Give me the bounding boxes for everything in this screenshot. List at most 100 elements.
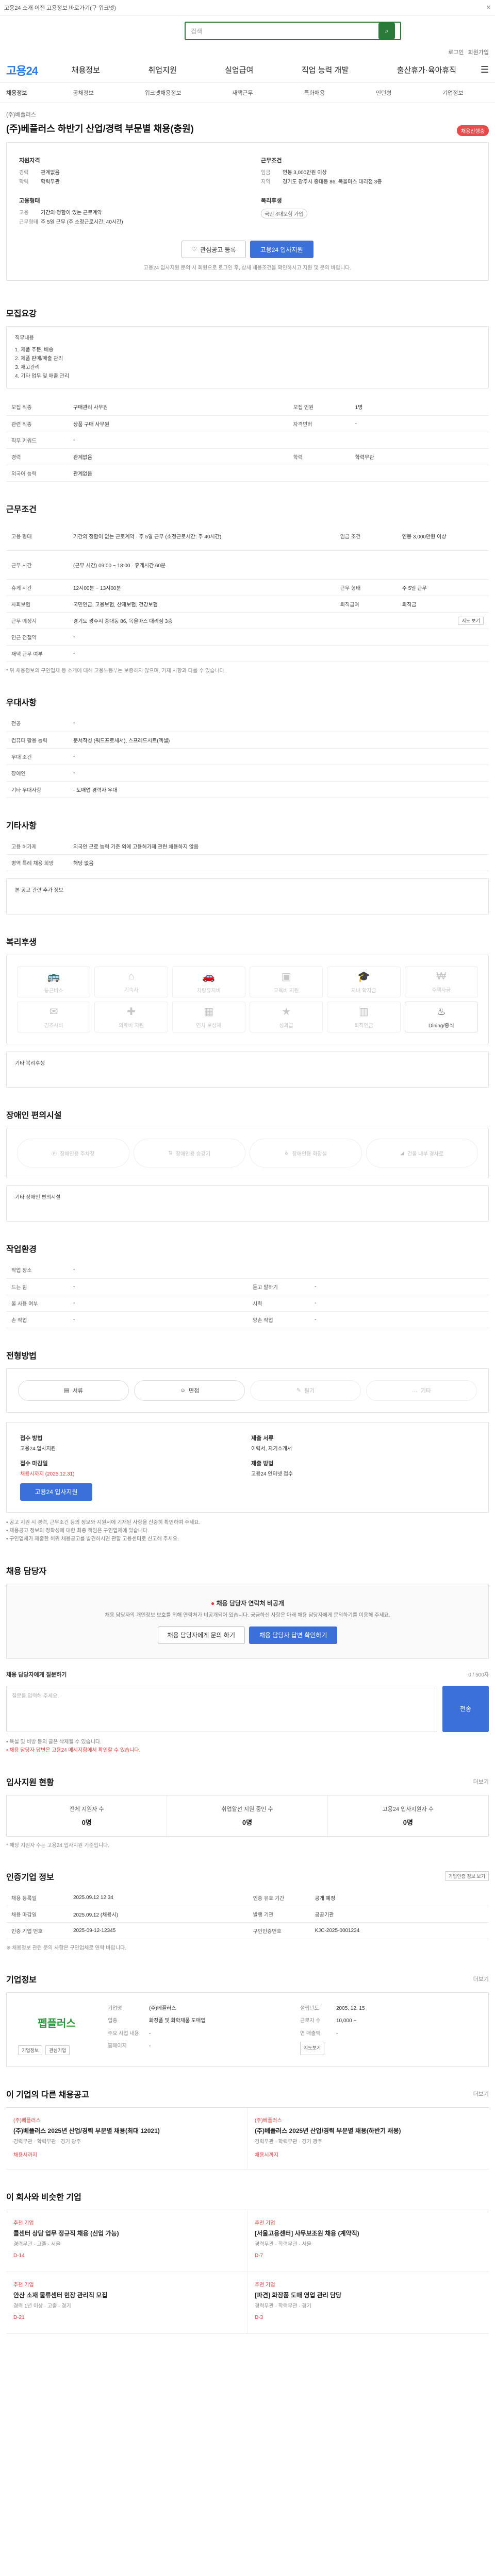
cell-value: · 도매업 경력자 우대: [68, 781, 489, 798]
job-card[interactable]: (주)베플러스 (주)베플러스 2025년 산업/경력 부문별 채용(하반기 채…: [248, 2108, 489, 2170]
scrap-button[interactable]: ♡ 관심공고 등록: [182, 241, 246, 258]
cert-section: 인증기업 정보 기업인증 정보 보기 채용 등록일 2025.09.12 12:3…: [0, 1855, 495, 1958]
interview-icon: ☺: [179, 1387, 186, 1394]
stat-label: 취업알선 지원 중인 수: [221, 1806, 273, 1812]
signup-link[interactable]: 회원가입: [468, 48, 489, 56]
gnb-item[interactable]: 실업급여: [225, 64, 253, 75]
card-company: 추천 기업: [255, 2282, 275, 2288]
subnav-item[interactable]: 재택근무: [232, 89, 253, 97]
step-label: 기타: [420, 1387, 432, 1394]
table-row: 채용 등록일 2025.09.12 12:34 인증 유효 기간 공개 예정: [6, 1889, 489, 1906]
cell-value: 공공기관: [309, 1906, 489, 1923]
summary-employment: 고용형태 고용 기간의 정함이 있는 근로계약 근무형태 주 5일 근무 (주 소정…: [19, 196, 240, 227]
subnav-item[interactable]: 공채정보: [73, 89, 93, 97]
job-card[interactable]: 추천 기업 [서울고용센터] 사무보조원 채용 (계약직) 경력무관 · 학력무…: [248, 2210, 489, 2272]
detail-value: 2005. 12. 15: [336, 2006, 365, 2011]
heart-icon: ♡: [191, 246, 197, 253]
job-card[interactable]: 추천 기업 콜센터 상담 업무 정규직 채용 (신입 가능) 경력무관 · 고졸…: [6, 2210, 248, 2272]
gnb-item[interactable]: 취업지원: [148, 64, 177, 75]
star-icon: ★: [282, 1006, 291, 1018]
cert-table: 채용 등록일 2025.09.12 12:34 인증 유효 기간 공개 예정 채용 마…: [6, 1889, 489, 1939]
gnb-item[interactable]: 직업 능력 개발: [302, 64, 349, 75]
answer-button[interactable]: 채용 담당자 답변 확인하기: [249, 1626, 338, 1644]
detail-value: -: [149, 2043, 151, 2049]
search-icon[interactable]: ⌕: [378, 23, 395, 39]
ask-button[interactable]: 채용 담당자에게 문의 하기: [157, 1626, 245, 1644]
apply-button[interactable]: 고용24 입사지원: [250, 241, 314, 258]
company-info-button[interactable]: 기업정보: [18, 2045, 43, 2055]
cert-button[interactable]: 기업인증 정보 보기: [444, 1871, 489, 1881]
gnb-item[interactable]: 채용정보: [72, 64, 100, 75]
contact-alert: ● 채용 담당자 연락처 비공개 채용 담당자의 개인정보 보호를 위해 연락처…: [6, 1583, 489, 1659]
subnav-item[interactable]: 워크넷채용정보: [145, 89, 182, 97]
bullet-item: 채용공고 정보의 정확성에 대한 최종 책임은 구인업체에 있습니다.: [6, 1527, 489, 1535]
welfare-etc-label: 기타 복리후생: [15, 1061, 45, 1066]
job-card[interactable]: 추천 기업 안산 소재 물류센터 현장 관리직 모집 경력 1년 이상 · 고졸…: [6, 2272, 248, 2334]
subnav-item[interactable]: 특화채용: [304, 89, 325, 97]
question-textarea[interactable]: 질문을 입력해 주세요.: [6, 1685, 437, 1732]
welfare-label: 경조사비: [44, 1023, 63, 1029]
send-button[interactable]: 전송: [442, 1685, 489, 1732]
card-meta: 경력무관 · 학력무관 · 경기: [255, 2303, 311, 2309]
card-title: [파견] 화장품 도매 영업 관리 담당: [255, 2292, 342, 2299]
company-map-button[interactable]: 지도보기: [300, 2041, 325, 2055]
section-title: 우대사항: [6, 699, 37, 707]
pencil-icon: ✎: [296, 1387, 301, 1394]
question-form: 질문을 입력해 주세요. 전송: [6, 1685, 489, 1732]
cell-value: -: [68, 1295, 248, 1312]
etc-extra: 본 공고 관련 추가 정보: [6, 878, 489, 914]
table-row: 재택 근무 여부 -: [6, 645, 489, 662]
subnav-home[interactable]: 채용정보: [6, 89, 47, 97]
meal-icon: ♨: [436, 1006, 446, 1018]
table-row: 직무 키워드 -: [6, 432, 489, 449]
summary-heading: 근무조건: [261, 158, 282, 164]
env-section: 작업환경 작업 장소 - 드는 힘 - 듣고 말하기 - 물 사용 여부 - 시력 - 손 작…: [0, 1227, 495, 1333]
summary-qualification: 지원자격 경력 관계없음 학력 학력무관: [19, 156, 240, 187]
card-meta: 경력무관 · 학력무관 · 경기 광주: [13, 2139, 81, 2145]
logo[interactable]: 고용24: [6, 62, 47, 78]
top-notice[interactable]: 고용24 소개 이전 고용정보 바로가기(구 워크넷): [4, 4, 116, 12]
job-card[interactable]: (주)베플러스 (주)베플러스 2025년 산업/경력 부문별 채용(최대 12…: [6, 2108, 248, 2170]
cell-value: -: [68, 748, 489, 765]
company-more-link[interactable]: 더보기: [473, 1975, 489, 1983]
menu-icon[interactable]: ☰: [481, 64, 489, 75]
card-meta: 경력무관 · 학력무관 · 경기 광주: [255, 2139, 322, 2145]
section-title: 채용 담당자: [6, 1567, 47, 1576]
detail-key: 주요 사업 내용: [108, 2030, 139, 2037]
welfare-etc: 기타 복리후생: [6, 1052, 489, 1088]
summary-value: 연봉 3,000만원 이상: [283, 170, 327, 176]
section-title: 이 기업의 다른 채용공고: [6, 2091, 89, 2099]
search-placeholder: 검색: [191, 27, 203, 35]
close-icon[interactable]: ✕: [486, 4, 491, 11]
welfare-label: 주택자금: [432, 988, 451, 993]
login-link[interactable]: 로그인: [448, 48, 464, 56]
stats-more-link[interactable]: 더보기: [473, 1777, 489, 1786]
subnav-item[interactable]: 기업정보: [442, 89, 463, 97]
job-card[interactable]: 추천 기업 [파견] 화장품 도매 영업 관리 담당 경력무관 · 학력무관 ·…: [248, 2272, 489, 2334]
favorite-company-button[interactable]: 관심기업: [45, 2045, 70, 2055]
subnav-item[interactable]: 인턴형: [376, 89, 391, 97]
process-steps: ▤ 서류 ☺ 면접 ✎ 필기 … 기타: [6, 1368, 489, 1413]
table-row: 인증 기업 번호 2025-09-12-12345 구인인증번호 KJC-2025-0…: [6, 1922, 489, 1939]
card-title: (주)베플러스 2025년 산업/경력 부문별 채용(하반기 채용): [255, 2127, 401, 2134]
topbar: 고용24 소개 이전 고용정보 바로가기(구 워크넷) ✕: [0, 0, 495, 15]
gnb-item[interactable]: 출산휴가·육아휴직: [397, 64, 456, 75]
job-header: (주)베플러스 (주)베플러스 하반기 산업/경력 부문별 채용(충원) 채용진…: [0, 103, 495, 291]
welfare-grid: 🚌 통근버스 ⌂ 기숙사 🚗 차량유지비 ▣ 교육비 지원 🎓 자녀 학자금 ₩ 주택자금 ✉ 경조사비 ✚…: [6, 955, 489, 1044]
company-name[interactable]: (주)베플러스: [6, 110, 489, 118]
map-button[interactable]: 지도 보기: [458, 617, 484, 625]
cell-value: 2025-09-12-12345: [68, 1922, 248, 1939]
related-more-link[interactable]: 더보기: [473, 2090, 489, 2098]
recommend-list: 추천 기업 콜센터 상담 업무 정규직 채용 (신입 가능) 경력무관 · 고졸…: [6, 2210, 489, 2334]
cell-key: 학력: [288, 448, 350, 465]
welfare-item: 🚌 통근버스: [17, 967, 91, 997]
cell-key: 물 사용 여부: [6, 1295, 68, 1312]
detail-value: 화장품 및 화학제품 도매업: [149, 2018, 206, 2024]
welfare-label: 교육비 지원: [273, 988, 299, 994]
cell-value: -: [309, 1295, 489, 1312]
desc-line: 3. 재고관리: [15, 365, 40, 370]
cell-value: 관계없음: [68, 448, 288, 465]
apply-button-2[interactable]: 고용24 입사지원: [20, 1483, 92, 1501]
summary-value: 학력무관: [41, 179, 60, 185]
search-input[interactable]: 검색 ⌕: [185, 22, 401, 40]
